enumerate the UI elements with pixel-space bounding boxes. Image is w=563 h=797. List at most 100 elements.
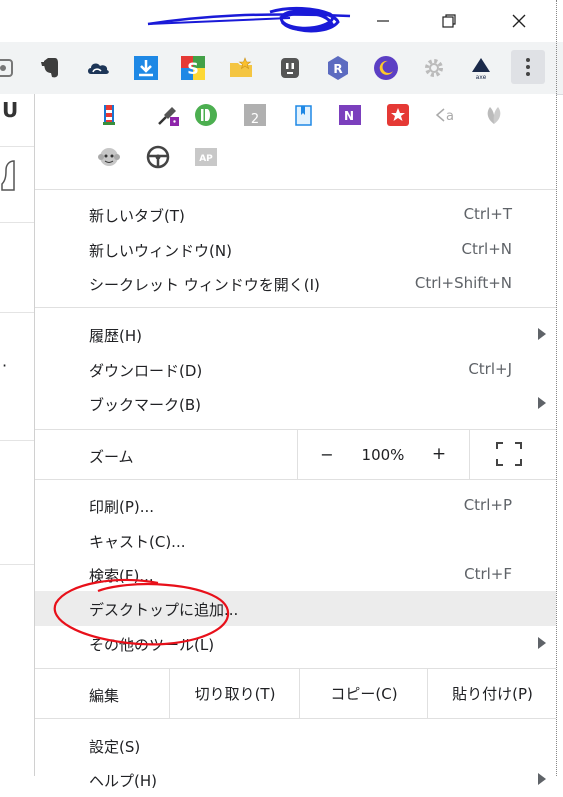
ext-save-star[interactable] [385, 102, 411, 128]
page-capture-button[interactable] [0, 54, 18, 82]
new-tab-shortcut: Ctrl+T [463, 205, 512, 223]
folder-star-icon [230, 57, 252, 77]
menu-item-downloads[interactable]: ダウンロード(D) Ctrl+J [35, 352, 556, 387]
history-label: 履歴(H) [89, 327, 142, 345]
menu-item-incognito[interactable]: シークレット ウィンドウを開く(I) Ctrl+Shift+N [35, 266, 556, 301]
new-tab-label: 新しいタブ(T) [89, 207, 185, 225]
print-label: 印刷(P)... [89, 498, 155, 516]
paste-button[interactable]: 貼り付け(P) [427, 668, 557, 718]
menu-item-new-window[interactable]: 新しいウィンドウ(N) Ctrl+N [35, 232, 556, 267]
ext-pushbullet[interactable] [193, 102, 219, 128]
cut-button[interactable]: 切り取り(T) [169, 668, 300, 718]
menu-item-history[interactable]: 履歴(H) [35, 317, 556, 352]
ext-monkey[interactable] [96, 144, 122, 170]
menu-item-new-tab[interactable]: 新しいタブ(T) Ctrl+T [35, 197, 556, 232]
redaction-scribble [147, 6, 351, 33]
evernote-icon [41, 58, 58, 78]
download-ext-button[interactable] [132, 54, 160, 82]
close-icon [512, 14, 526, 28]
svg-text:axe: axe [476, 74, 487, 81]
restore-button[interactable] [426, 0, 472, 42]
moon-button[interactable] [372, 54, 400, 82]
evernote-button[interactable] [36, 54, 64, 82]
ext-leaf[interactable] [481, 102, 507, 128]
new-window-shortcut: Ctrl+N [461, 240, 512, 258]
onenote-icon: N [339, 105, 361, 125]
submenu-arrow-icon [538, 773, 546, 785]
cloud-button[interactable] [84, 54, 112, 82]
monkey-icon [98, 148, 120, 166]
plug-icon [281, 58, 299, 78]
zoom-out-button[interactable]: − [297, 429, 357, 479]
zoom-in-button[interactable]: + [409, 429, 469, 479]
zoom-value: 100% [361, 446, 405, 464]
incognito-shortcut: Ctrl+Shift+N [414, 274, 512, 292]
find-shortcut: Ctrl+F [464, 565, 512, 583]
menu-item-help[interactable]: ヘルプ(H) [35, 762, 556, 797]
s-app-icon: S [181, 56, 205, 80]
page-capture-icon [0, 59, 13, 77]
submenu-arrow-icon [538, 637, 546, 649]
folder-star-button[interactable] [227, 54, 255, 82]
ext-ap[interactable]: AP [193, 144, 219, 170]
axe-button[interactable]: axe [467, 54, 495, 82]
ext-lighthouse[interactable] [96, 102, 122, 128]
more-vert-icon [526, 58, 530, 76]
cloud-icon [88, 63, 109, 74]
close-button[interactable] [496, 0, 542, 42]
s-app-button[interactable]: S [179, 54, 207, 82]
bookmarks-label: ブックマーク(B) [89, 396, 201, 414]
settings-label: 設定(S) [89, 738, 141, 756]
red-circle-annotation [53, 578, 230, 646]
chrome-menu-button[interactable] [511, 50, 545, 84]
svg-text:2: 2 [251, 112, 259, 127]
svg-text:N: N [344, 109, 354, 123]
moon-icon [374, 56, 398, 80]
copy-button[interactable]: コピー(C) [299, 668, 428, 718]
lighthouse-icon [103, 105, 115, 125]
page-content-fragment: U · [0, 94, 35, 776]
leaf-icon [487, 107, 501, 124]
minimize-icon [377, 20, 389, 22]
print-shortcut: Ctrl+P [463, 496, 512, 514]
restore-icon [442, 14, 456, 28]
download-icon [134, 56, 158, 80]
window-edge [556, 0, 558, 776]
menu-item-bookmarks[interactable]: ブックマーク(B) [35, 386, 556, 421]
fullscreen-icon[interactable] [495, 441, 523, 467]
submenu-arrow-icon [538, 328, 546, 340]
page-fragment-text: U [2, 98, 19, 122]
ext-codecomment[interactable]: a [433, 102, 459, 128]
ext-nullpo[interactable]: 2 [242, 102, 268, 128]
submenu-arrow-icon [538, 397, 546, 409]
cast-label: キャスト(C)... [89, 533, 186, 551]
pushbullet-icon [195, 104, 217, 126]
ext-steering[interactable] [145, 144, 171, 170]
minimize-button[interactable] [360, 0, 406, 42]
ext-eyedropper[interactable] [155, 102, 181, 128]
steering-icon [146, 145, 170, 169]
gear-icon [425, 59, 443, 77]
menu-item-print[interactable]: 印刷(P)... Ctrl+P [35, 488, 556, 523]
menu-item-cast[interactable]: キャスト(C)... [35, 523, 556, 558]
bookmark-icon [295, 105, 312, 126]
svg-text:AP: AP [199, 154, 213, 164]
menu-item-settings[interactable]: 設定(S) [35, 728, 556, 763]
ext-bookmark[interactable] [291, 102, 317, 128]
nullpo-icon: 2 [244, 104, 266, 127]
edit-row: 編集 切り取り(T) コピー(C) 貼り付け(P) [35, 668, 556, 718]
svg-text:a: a [446, 109, 454, 124]
downloads-shortcut: Ctrl+J [468, 360, 512, 378]
save-star-icon [387, 104, 409, 126]
plug-button[interactable] [276, 54, 304, 82]
chrome-main-menu: 2 N a AP 新しいタブ(T) Ctrl+T 新しいウィンドウ(N) Ctr… [34, 94, 556, 790]
r-extension-button[interactable]: R [324, 54, 352, 82]
ext-onenote[interactable]: N [337, 102, 363, 128]
bell-icon [1, 160, 15, 191]
help-label: ヘルプ(H) [89, 772, 157, 790]
settings-ext-button[interactable] [420, 54, 448, 82]
page-fragment-dot: · [2, 356, 8, 375]
new-window-label: 新しいウィンドウ(N) [89, 242, 232, 260]
svg-text:S: S [187, 59, 199, 78]
zoom-label: ズーム [89, 448, 134, 466]
